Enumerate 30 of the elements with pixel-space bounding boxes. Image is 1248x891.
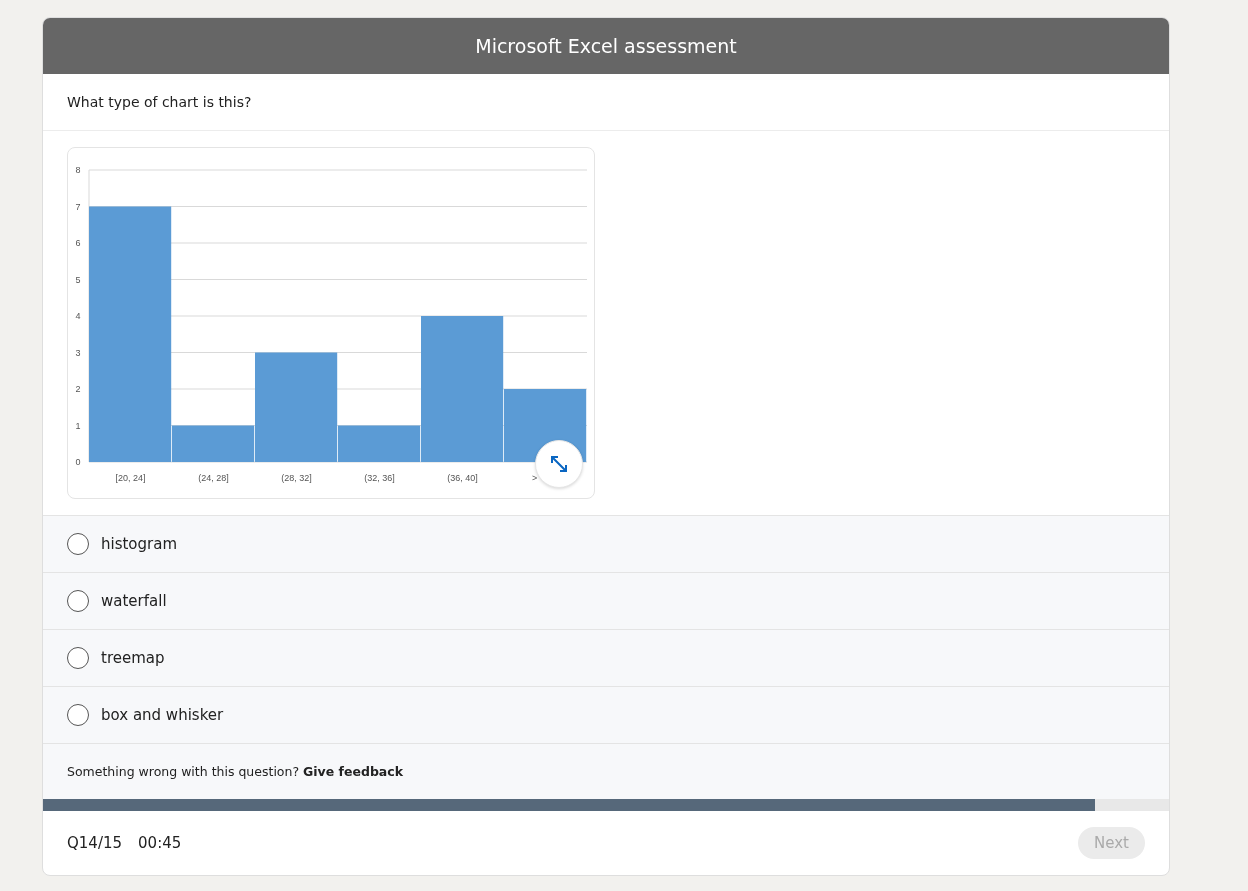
axis-category-label: (28, 32] bbox=[281, 473, 312, 483]
option-label[interactable]: histogram bbox=[101, 535, 178, 553]
axis-tick-label: 2 bbox=[75, 384, 81, 394]
axis-category-label: (36, 40] bbox=[447, 473, 478, 483]
axis-tick-label: 3 bbox=[75, 347, 81, 358]
axis-category-label: (24, 28] bbox=[198, 473, 229, 483]
axis-tick-label: 1 bbox=[75, 420, 81, 431]
axis-tick-label: 8 bbox=[75, 165, 81, 175]
radio-button[interactable] bbox=[67, 533, 89, 555]
axis-tick-label: 0 bbox=[75, 457, 81, 467]
axis-category-label: > bbox=[532, 473, 538, 483]
feedback-prompt: Something wrong with this question? bbox=[67, 764, 300, 779]
expand-icon bbox=[549, 454, 569, 474]
axis-tick-label: 4 bbox=[75, 311, 81, 321]
radio-button[interactable] bbox=[67, 590, 89, 612]
timer: 00:45 bbox=[138, 834, 182, 852]
radio-button[interactable] bbox=[67, 647, 89, 669]
radio-button[interactable] bbox=[67, 704, 89, 726]
option-label[interactable]: waterfall bbox=[101, 592, 167, 610]
feedback-link[interactable]: Give feedback bbox=[303, 764, 404, 779]
assessment-title: Microsoft Excel assessment bbox=[475, 35, 737, 57]
option-label[interactable]: box and whisker bbox=[101, 706, 224, 724]
option-label[interactable]: treemap bbox=[101, 649, 165, 667]
axis-category-label: (32, 36] bbox=[364, 473, 395, 483]
axis-tick-label: 6 bbox=[75, 238, 81, 248]
axis-tick-label: 7 bbox=[75, 201, 81, 212]
question-counter: Q14/15 bbox=[67, 834, 123, 852]
axis-tick-label: 5 bbox=[75, 274, 81, 285]
axis-category-label: [20, 24] bbox=[115, 473, 146, 483]
question-text: What type of chart is this? bbox=[67, 94, 252, 110]
